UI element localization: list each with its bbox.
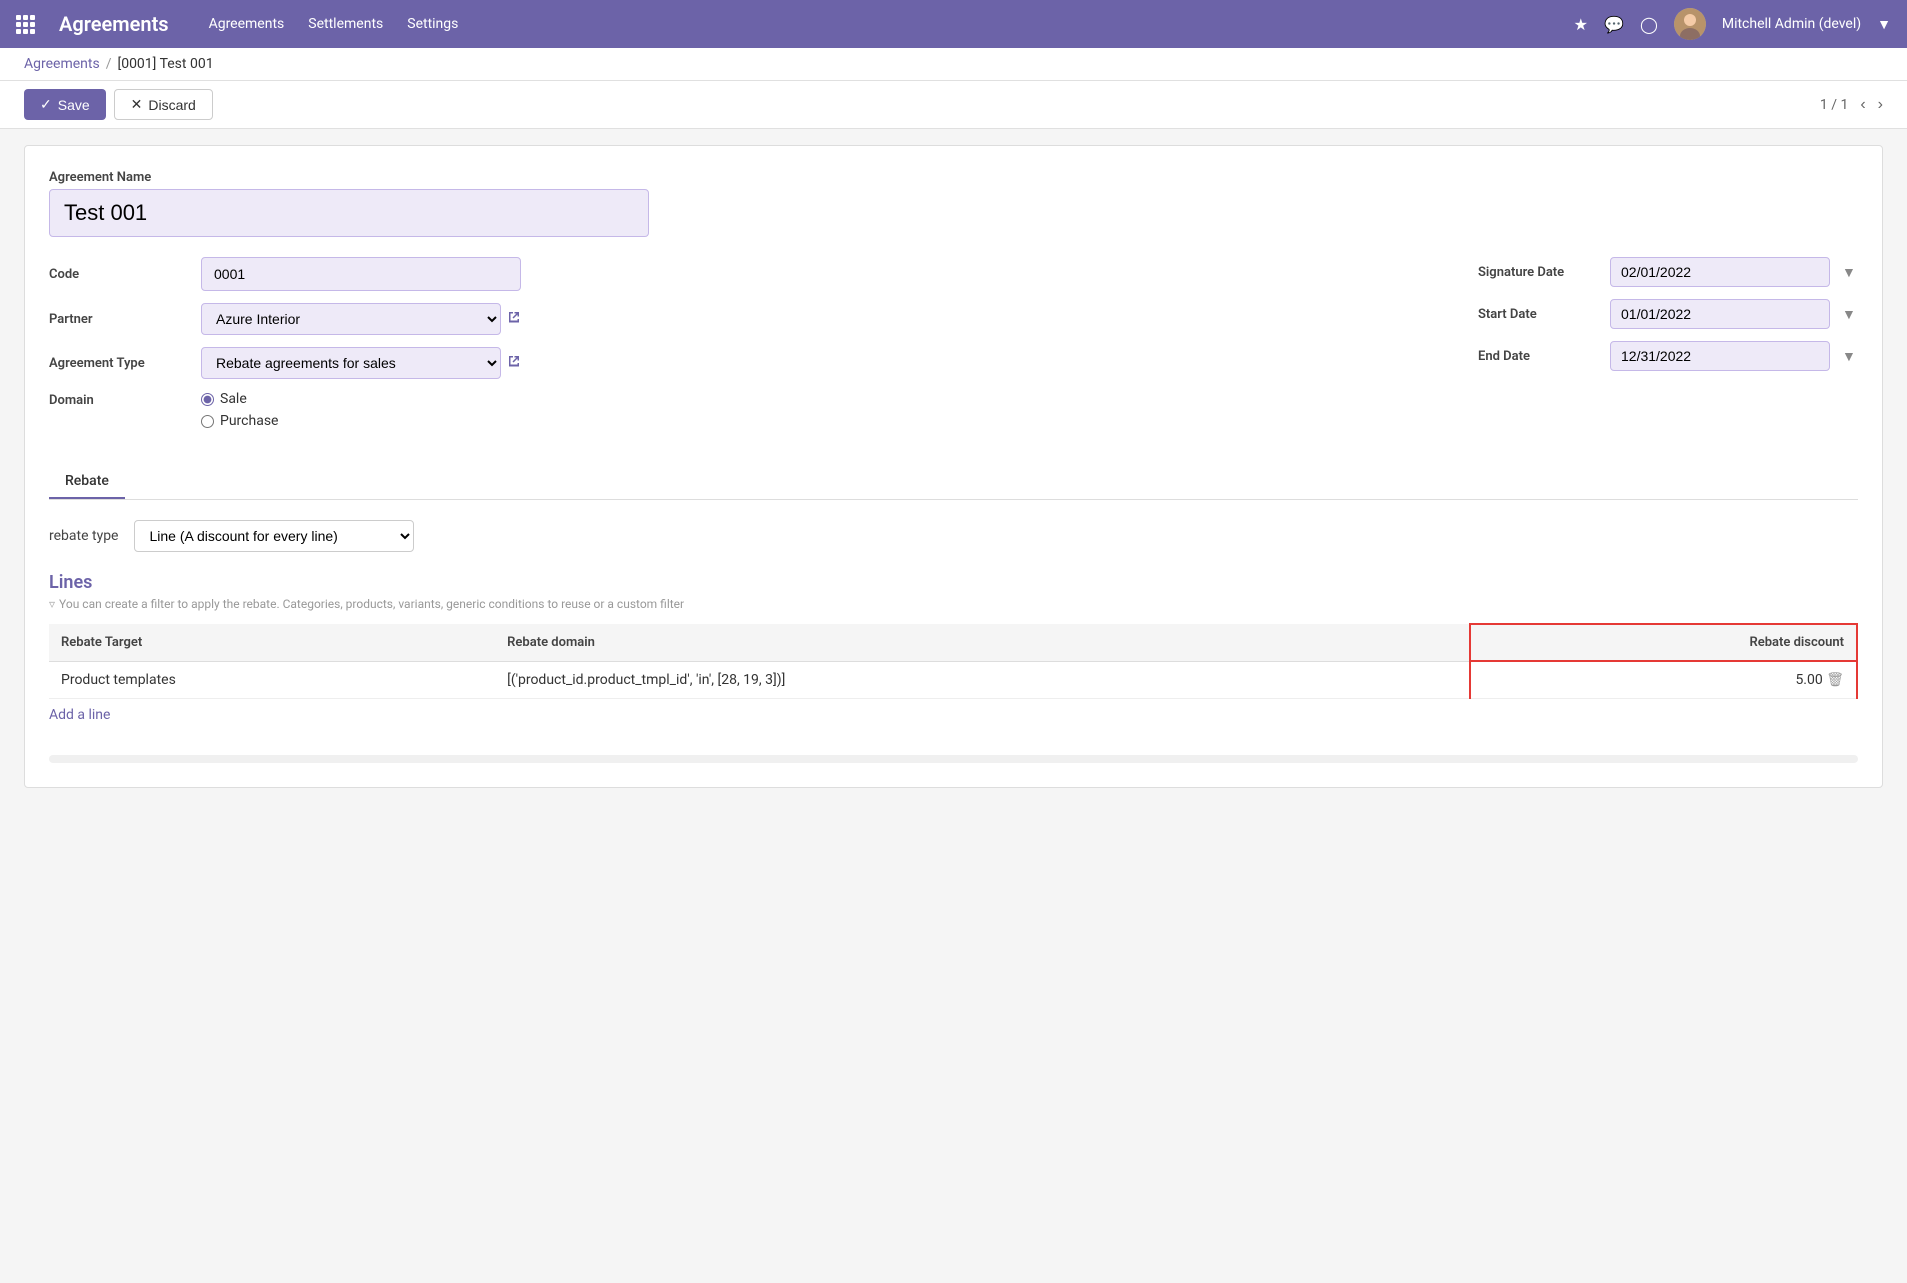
- save-button[interactable]: ✓ Save: [24, 89, 106, 120]
- prev-record-button[interactable]: ‹: [1860, 96, 1865, 114]
- horizontal-scrollbar[interactable]: [49, 755, 1858, 763]
- nav-right: ★ 💬 ◯ Mitchell Admin (devel) ▼: [1574, 8, 1891, 40]
- toolbar-actions: ✓ Save ✕ Discard: [24, 89, 213, 120]
- domain-row: Domain Sale Purchase: [49, 391, 1446, 429]
- domain-purchase-radio[interactable]: [201, 415, 214, 428]
- user-dropdown-icon[interactable]: ▼: [1877, 16, 1891, 33]
- nav-agreements[interactable]: Agreements: [209, 16, 285, 32]
- partner-select[interactable]: Azure Interior: [201, 303, 501, 335]
- breadcrumb-separator: /: [106, 56, 112, 72]
- delete-row-icon[interactable]: 🗑: [1826, 672, 1844, 688]
- next-record-button[interactable]: ›: [1878, 96, 1883, 114]
- code-label: Code: [49, 267, 189, 282]
- signature-date-row: Signature Date ▼: [1478, 257, 1858, 287]
- clock-icon[interactable]: ◯: [1640, 15, 1658, 34]
- tabs-bar: Rebate: [49, 465, 1858, 500]
- agreement-type-row: Agreement Type Rebate agreements for sal…: [49, 347, 1446, 379]
- lines-table: Rebate Target Rebate domain Rebate disco…: [49, 623, 1858, 699]
- discard-button[interactable]: ✕ Discard: [114, 89, 213, 120]
- add-line-button[interactable]: Add a line: [49, 707, 110, 723]
- code-input[interactable]: [201, 257, 521, 291]
- lines-table-body: Product templates [('product_id.product_…: [49, 661, 1857, 699]
- user-name[interactable]: Mitchell Admin (devel): [1722, 16, 1861, 32]
- agreement-name-label: Agreement Name: [49, 170, 1858, 185]
- rebate-type-row: rebate type Line (A discount for every l…: [49, 520, 1858, 552]
- chat-icon[interactable]: 💬: [1604, 15, 1624, 34]
- bug-icon[interactable]: ★: [1574, 15, 1588, 34]
- col-rebate-domain: Rebate domain: [495, 624, 1469, 661]
- end-date-input[interactable]: [1610, 341, 1830, 371]
- lines-title: Lines: [49, 572, 1858, 593]
- cell-rebate-discount: 5.00 🗑: [1470, 661, 1857, 699]
- nav-links: Agreements Settlements Settings: [209, 16, 1550, 32]
- domain-sale-label: Sale: [220, 391, 247, 407]
- nav-settlements[interactable]: Settlements: [308, 16, 383, 32]
- partner-row: Partner Azure Interior: [49, 303, 1446, 335]
- rebate-type-label: rebate type: [49, 528, 118, 544]
- col-rebate-target: Rebate Target: [49, 624, 495, 661]
- partner-label: Partner: [49, 312, 189, 327]
- top-navigation: Agreements Agreements Settlements Settin…: [0, 0, 1907, 48]
- form-card: Agreement Name Code Partner: [24, 145, 1883, 788]
- agreement-type-label: Agreement Type: [49, 356, 189, 371]
- table-row: Product templates [('product_id.product_…: [49, 661, 1857, 699]
- start-date-row: Start Date ▼: [1478, 299, 1858, 329]
- agreement-type-input-wrapper: Rebate agreements for sales: [201, 347, 521, 379]
- domain-purchase-option[interactable]: Purchase: [201, 413, 278, 429]
- end-date-label: End Date: [1478, 349, 1598, 364]
- pagination-text: 1 / 1: [1820, 97, 1848, 113]
- start-date-input[interactable]: [1610, 299, 1830, 329]
- agreement-name-field: Agreement Name: [49, 170, 1858, 237]
- lines-hint-text: You can create a filter to apply the reb…: [59, 597, 684, 611]
- start-date-dropdown-icon[interactable]: ▼: [1842, 306, 1856, 323]
- rebate-section: rebate type Line (A discount for every l…: [49, 520, 1858, 723]
- agreement-type-external-link-icon[interactable]: [507, 354, 521, 372]
- code-row: Code: [49, 257, 1446, 291]
- breadcrumb-current: [0001] Test 001: [117, 56, 213, 72]
- signature-date-dropdown-icon[interactable]: ▼: [1842, 264, 1856, 281]
- x-icon: ✕: [131, 96, 143, 113]
- left-column: Code Partner Azure Interior: [49, 257, 1446, 441]
- cell-rebate-target: Product templates: [49, 661, 495, 699]
- lines-table-header: Rebate Target Rebate domain Rebate disco…: [49, 624, 1857, 661]
- end-date-dropdown-icon[interactable]: ▼: [1842, 348, 1856, 365]
- toolbar: ✓ Save ✕ Discard 1 / 1 ‹ ›: [0, 81, 1907, 129]
- start-date-label: Start Date: [1478, 307, 1598, 322]
- domain-sale-option[interactable]: Sale: [201, 391, 278, 407]
- col-rebate-discount: Rebate discount: [1470, 624, 1857, 661]
- lines-hint: ▿ You can create a filter to apply the r…: [49, 597, 1858, 611]
- code-input-wrapper: [201, 257, 521, 291]
- agreement-name-input[interactable]: [49, 189, 649, 237]
- tab-rebate[interactable]: Rebate: [49, 465, 125, 499]
- lines-section: Lines ▿ You can create a filter to apply…: [49, 572, 1858, 723]
- breadcrumb-parent[interactable]: Agreements: [24, 56, 100, 72]
- pagination: 1 / 1 ‹ ›: [1820, 96, 1883, 114]
- nav-settings[interactable]: Settings: [407, 16, 458, 32]
- agreement-type-select[interactable]: Rebate agreements for sales: [201, 347, 501, 379]
- cell-rebate-domain: [('product_id.product_tmpl_id', 'in', [2…: [495, 661, 1469, 699]
- right-column: Signature Date ▼ Start Date ▼ End Date ▼: [1478, 257, 1858, 441]
- domain-label: Domain: [49, 391, 189, 408]
- domain-sale-radio[interactable]: [201, 393, 214, 406]
- app-grid-icon[interactable]: [16, 15, 35, 34]
- partner-external-link-icon[interactable]: [507, 310, 521, 328]
- checkmark-icon: ✓: [40, 96, 52, 113]
- avatar: [1674, 8, 1706, 40]
- main-content: Agreement Name Code Partner: [0, 129, 1907, 804]
- signature-date-input[interactable]: [1610, 257, 1830, 287]
- end-date-row: End Date ▼: [1478, 341, 1858, 371]
- domain-radio-group: Sale Purchase: [201, 391, 278, 429]
- signature-date-label: Signature Date: [1478, 265, 1598, 280]
- form-fields: Code Partner Azure Interior: [49, 257, 1858, 441]
- partner-input-wrapper: Azure Interior: [201, 303, 521, 335]
- breadcrumb: Agreements / [0001] Test 001: [0, 48, 1907, 81]
- app-title: Agreements: [59, 12, 169, 36]
- filter-icon: ▿: [49, 597, 55, 611]
- domain-purchase-label: Purchase: [220, 413, 278, 429]
- rebate-type-select[interactable]: Line (A discount for every line): [134, 520, 414, 552]
